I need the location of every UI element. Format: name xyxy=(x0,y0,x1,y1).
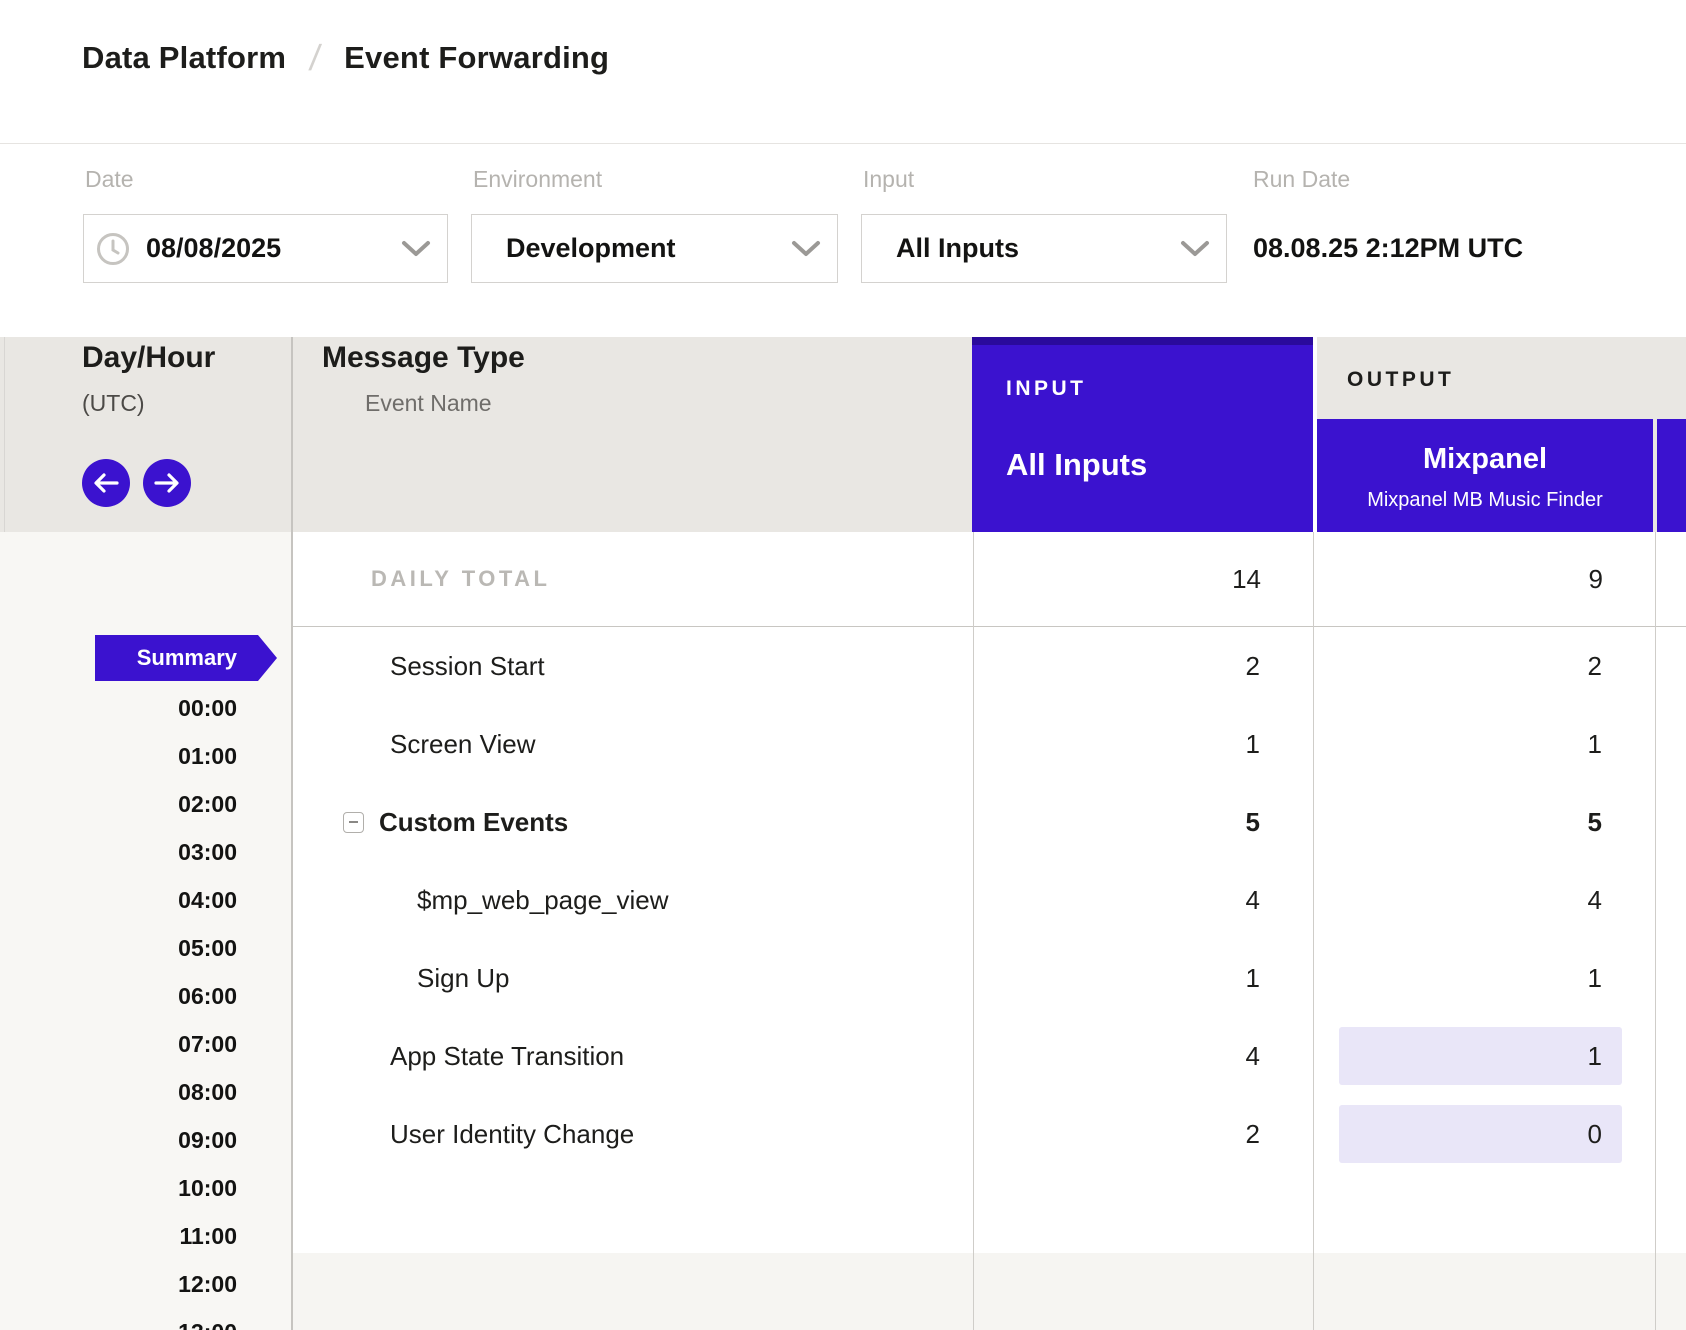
hour-row-label[interactable]: 05:00 xyxy=(60,924,237,972)
previous-day-button[interactable] xyxy=(82,459,130,507)
input-header-value: All Inputs xyxy=(1006,447,1147,483)
output-count: 4 xyxy=(1313,861,1602,939)
input-column-header[interactable]: INPUT All Inputs xyxy=(972,337,1313,532)
event-label: Sign Up xyxy=(417,963,510,994)
event-label: Screen View xyxy=(390,729,536,760)
breadcrumb-section[interactable]: Data Platform xyxy=(82,40,286,76)
daily-total-output-value: 9 xyxy=(1314,532,1603,626)
sidebar-divider xyxy=(291,337,293,1330)
date-value: 08/08/2025 xyxy=(146,233,281,264)
input-count: 5 xyxy=(973,783,1260,861)
input-count: 2 xyxy=(973,627,1260,705)
column-divider xyxy=(1313,532,1314,1330)
event-forwarding-page: Data Platform / Event Forwarding Date 08… xyxy=(0,0,1686,1330)
input-header-label: INPUT xyxy=(1006,377,1087,401)
hour-row-label[interactable]: 11:00 xyxy=(60,1212,237,1260)
environment-value: Development xyxy=(506,233,676,264)
run-date-label: Run Date xyxy=(1253,166,1350,193)
hour-row-label[interactable]: 06:00 xyxy=(60,972,237,1020)
output-column-title: Mixpanel xyxy=(1317,443,1653,476)
output-count: 2 xyxy=(1313,627,1602,705)
event-label: App State Transition xyxy=(390,1041,624,1072)
highlighted-output-cell[interactable]: 0 xyxy=(1339,1105,1622,1163)
table-row: $mp_web_page_view 4 4 xyxy=(292,861,1686,939)
header-divider xyxy=(0,143,1686,144)
hour-row-label[interactable]: 04:00 xyxy=(60,876,237,924)
output-count: 1 xyxy=(1313,939,1602,1017)
table-row: User Identity Change 2 0 xyxy=(292,1095,1686,1173)
environment-filter-label: Environment xyxy=(473,166,602,193)
table-row: Custom Events 5 5 xyxy=(292,783,1686,861)
input-dropdown[interactable]: All Inputs xyxy=(861,214,1227,283)
chevron-down-icon xyxy=(791,240,821,258)
arrow-right-icon xyxy=(154,472,180,494)
output-column-header-mixpanel[interactable]: Mixpanel Mixpanel MB Music Finder xyxy=(1317,419,1653,532)
hour-row-label[interactable]: 01:00 xyxy=(60,732,237,780)
hour-row-label[interactable]: 12:00 xyxy=(60,1260,237,1308)
output-section-label: OUTPUT xyxy=(1347,368,1454,392)
output-column-next xyxy=(1657,419,1686,532)
breadcrumb-separator: / xyxy=(307,37,323,79)
run-date-value: 08.08.25 2:12PM UTC xyxy=(1253,214,1523,283)
input-filter-label: Input xyxy=(863,166,914,193)
input-count: 2 xyxy=(973,1095,1260,1173)
day-hour-timezone: (UTC) xyxy=(82,390,145,417)
hour-row-label[interactable]: 10:00 xyxy=(60,1164,237,1212)
arrow-left-icon xyxy=(93,472,119,494)
message-type-column-title: Message Type xyxy=(322,341,525,375)
event-name-subtitle: Event Name xyxy=(365,390,492,417)
date-dropdown[interactable]: 08/08/2025 xyxy=(83,214,448,283)
hour-row-label[interactable]: 08:00 xyxy=(60,1068,237,1116)
input-value: All Inputs xyxy=(896,233,1019,264)
hour-row-label[interactable]: 09:00 xyxy=(60,1116,237,1164)
event-label: User Identity Change xyxy=(390,1119,634,1150)
table-row: Screen View 1 1 xyxy=(292,705,1686,783)
hour-row-label[interactable]: 03:00 xyxy=(60,828,237,876)
column-divider xyxy=(973,532,974,1330)
day-hour-column-title: Day/Hour xyxy=(82,341,215,375)
event-label: $mp_web_page_view xyxy=(417,885,669,916)
table-footer-area xyxy=(292,1253,1686,1330)
daily-total-input-value: 14 xyxy=(974,532,1261,626)
output-count: 5 xyxy=(1313,783,1602,861)
summary-row-tag[interactable]: Summary xyxy=(95,635,277,681)
clock-icon xyxy=(96,232,130,266)
daily-total-label: DAILY TOTAL xyxy=(371,532,550,626)
output-count: 1 xyxy=(1313,705,1602,783)
input-count: 1 xyxy=(973,705,1260,783)
table-row: App State Transition 4 1 xyxy=(292,1017,1686,1095)
date-filter-label: Date xyxy=(85,166,134,193)
daily-total-row: DAILY TOTAL 14 9 xyxy=(293,532,1686,627)
hour-row-label[interactable]: 07:00 xyxy=(60,1020,237,1068)
page-title: Event Forwarding xyxy=(344,40,609,76)
chevron-down-icon xyxy=(1180,240,1210,258)
environment-dropdown[interactable]: Development xyxy=(471,214,838,283)
hour-row-label[interactable]: 02:00 xyxy=(60,780,237,828)
highlighted-output-cell[interactable]: 1 xyxy=(1339,1027,1622,1085)
table-row: Sign Up 1 1 xyxy=(292,939,1686,1017)
input-count: 4 xyxy=(973,1017,1260,1095)
event-label: Custom Events xyxy=(379,807,568,838)
table-row: Session Start 2 2 xyxy=(292,627,1686,705)
column-divider xyxy=(1655,532,1656,1330)
next-day-button[interactable] xyxy=(143,459,191,507)
hour-row-label[interactable]: 00:00 xyxy=(60,684,237,732)
event-label: Session Start xyxy=(390,651,545,682)
collapse-minus-icon[interactable] xyxy=(343,812,364,833)
breadcrumb: Data Platform / Event Forwarding xyxy=(82,36,609,80)
input-count: 1 xyxy=(973,939,1260,1017)
chevron-down-icon xyxy=(401,240,431,258)
input-count: 4 xyxy=(973,861,1260,939)
output-column-subtitle: Mixpanel MB Music Finder xyxy=(1317,489,1653,512)
hour-row-label[interactable]: 13:00 xyxy=(60,1308,237,1330)
